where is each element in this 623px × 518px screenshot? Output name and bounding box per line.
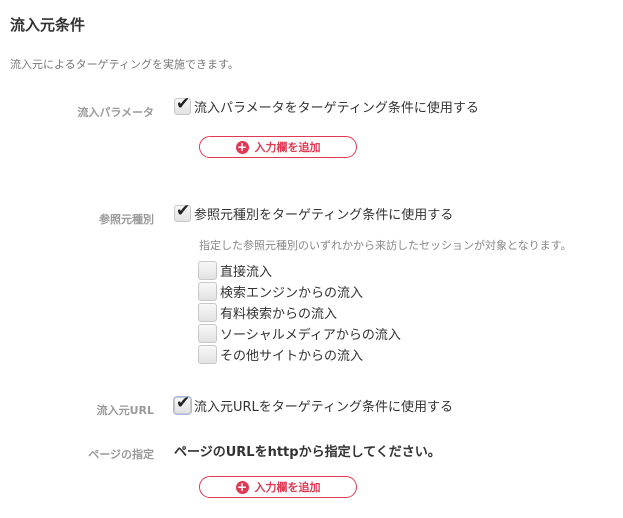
plus-circle-icon: + bbox=[235, 480, 249, 494]
option-social-media-checkbox[interactable] bbox=[198, 324, 217, 343]
option-other-sites[interactable]: その他サイトからの流入 bbox=[198, 344, 401, 365]
referrer-url-label: 流入元URL bbox=[96, 404, 154, 417]
section-description: 流入元によるターゲティングを実施できます。 bbox=[10, 58, 239, 71]
option-social-media-label: ソーシャルメディアからの流入 bbox=[220, 328, 401, 343]
option-direct-label: 直接流入 bbox=[220, 265, 273, 280]
page-spec-instruction: ページのURLをhttpから指定してください。 bbox=[174, 445, 441, 460]
option-paid-search[interactable]: 有料検索からの流入 bbox=[198, 302, 401, 323]
referrer-type-checkbox[interactable] bbox=[174, 201, 191, 222]
param-checkbox[interactable] bbox=[174, 94, 191, 115]
param-checkbox-label: 流入パラメータをターゲティング条件に使用する bbox=[194, 101, 479, 116]
option-paid-search-checkbox[interactable] bbox=[198, 303, 217, 322]
referrer-type-options: 直接流入 検索エンジンからの流入 有料検索からの流入 ソーシャルメディアからの流… bbox=[198, 260, 401, 365]
add-button-label: 入力欄を追加 bbox=[254, 141, 321, 154]
option-search-engine-label: 検索エンジンからの流入 bbox=[220, 286, 364, 301]
add-button-label: 入力欄を追加 bbox=[254, 481, 321, 494]
section-title: 流入元条件 bbox=[10, 16, 86, 34]
referrer-type-checkbox-row[interactable]: 参照元種別をターゲティング条件に使用する bbox=[174, 201, 454, 223]
plus-circle-icon: + bbox=[235, 140, 249, 154]
referrer-url-checkbox[interactable] bbox=[173, 393, 192, 415]
option-search-engine[interactable]: 検索エンジンからの流入 bbox=[198, 281, 401, 302]
page-spec-label: ページの指定 bbox=[88, 448, 154, 461]
option-direct-checkbox[interactable] bbox=[198, 261, 217, 280]
referrer-type-checkbox-label: 参照元種別をターゲティング条件に使用する bbox=[194, 208, 454, 223]
option-social-media[interactable]: ソーシャルメディアからの流入 bbox=[198, 323, 401, 344]
option-direct[interactable]: 直接流入 bbox=[198, 260, 401, 281]
option-search-engine-checkbox[interactable] bbox=[198, 282, 217, 301]
referrer-type-label: 参照元種別 bbox=[99, 213, 154, 226]
referrer-type-note: 指定した参照元種別のいずれかから来訪したセッションが対象となります。 bbox=[199, 239, 572, 252]
referrer-url-checkbox-row[interactable]: 流入元URLをターゲティング条件に使用する bbox=[173, 393, 454, 415]
referrer-url-checkbox-label: 流入元URLをターゲティング条件に使用する bbox=[194, 400, 454, 415]
option-other-sites-checkbox[interactable] bbox=[198, 345, 217, 364]
option-paid-search-label: 有料検索からの流入 bbox=[220, 307, 338, 322]
option-other-sites-label: その他サイトからの流入 bbox=[220, 349, 364, 364]
param-add-input-button[interactable]: + 入力欄を追加 bbox=[199, 136, 357, 158]
param-label: 流入パラメータ bbox=[77, 106, 154, 119]
page-spec-add-input-button[interactable]: + 入力欄を追加 bbox=[199, 476, 357, 498]
param-checkbox-row[interactable]: 流入パラメータをターゲティング条件に使用する bbox=[174, 94, 479, 116]
